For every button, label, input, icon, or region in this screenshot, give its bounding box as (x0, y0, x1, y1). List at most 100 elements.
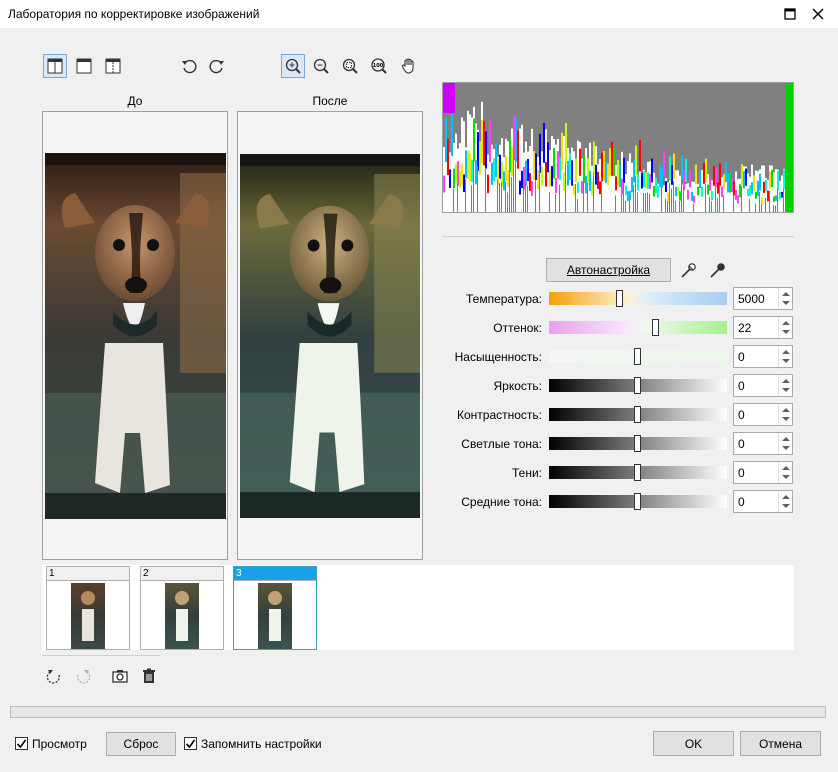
brightness-slider-thumb[interactable] (634, 377, 641, 394)
progress-bar (10, 706, 826, 718)
rotate-left-button[interactable] (177, 54, 201, 78)
maximize-icon (784, 8, 796, 20)
close-button[interactable] (806, 2, 830, 26)
spin-arrows[interactable] (778, 462, 792, 483)
shadows-slider-thumb[interactable] (634, 464, 641, 481)
rotate-left-icon (182, 59, 197, 74)
preview-checkbox[interactable] (15, 737, 28, 750)
split-preview-button[interactable] (101, 54, 125, 78)
histogram (442, 82, 794, 213)
spin-up-icon[interactable] (782, 495, 790, 499)
spin-arrows[interactable] (778, 317, 792, 338)
svg-text:100: 100 (373, 63, 384, 69)
tint-slider[interactable] (549, 321, 727, 334)
spin-up-icon[interactable] (782, 437, 790, 441)
spin-down-icon[interactable] (782, 388, 790, 392)
snapshot-number: 3 (234, 567, 316, 581)
temperature-slider[interactable] (549, 292, 727, 305)
cancel-button[interactable]: Отмена (740, 731, 821, 756)
checkmark-icon (185, 739, 196, 749)
redo-button[interactable] (71, 664, 95, 688)
snapshot-strip: 1 2 3 (42, 565, 794, 650)
before-preview-pane[interactable] (42, 111, 228, 560)
eyedropper-black-button[interactable] (705, 258, 729, 282)
saturation-value: 0 (738, 350, 745, 364)
spin-up-icon[interactable] (782, 379, 790, 383)
eyedropper-white-icon (681, 263, 696, 278)
spin-arrows[interactable] (778, 491, 792, 512)
contrast-slider-thumb[interactable] (634, 406, 641, 423)
single-view-button[interactable] (72, 54, 96, 78)
tint-value-input[interactable]: 22 (733, 316, 793, 339)
remember-settings-checkbox[interactable] (184, 737, 197, 750)
shadows-value-input[interactable]: 0 (733, 461, 793, 484)
after-photo (240, 153, 420, 519)
spin-down-icon[interactable] (782, 475, 790, 479)
saturation-slider-thumb[interactable] (634, 348, 641, 365)
rotate-right-button[interactable] (205, 54, 229, 78)
spin-arrows[interactable] (778, 433, 792, 454)
camera-icon (112, 670, 128, 683)
after-label: После (312, 94, 348, 108)
spin-arrows[interactable] (778, 288, 792, 309)
temperature-value-input[interactable]: 5000 (733, 287, 793, 310)
spin-down-icon[interactable] (782, 330, 790, 334)
zoom-100-button[interactable]: 100 (367, 54, 391, 78)
highlights-value: 0 (738, 437, 745, 451)
zoom-fit-button[interactable] (338, 54, 362, 78)
contrast-value-input[interactable]: 0 (733, 403, 793, 426)
spin-up-icon[interactable] (782, 321, 790, 325)
snapshot-2[interactable]: 2 (140, 566, 224, 650)
spin-up-icon[interactable] (782, 292, 790, 296)
highlights-value-input[interactable]: 0 (733, 432, 793, 455)
spin-down-icon[interactable] (782, 359, 790, 363)
temperature-value: 5000 (738, 292, 765, 306)
reset-button[interactable]: Сброс (106, 732, 176, 756)
spin-down-icon[interactable] (782, 301, 790, 305)
brightness-value: 0 (738, 379, 745, 393)
pan-hand-button[interactable] (397, 54, 421, 78)
spin-arrows[interactable] (778, 346, 792, 367)
after-preview-pane[interactable] (237, 111, 423, 560)
spin-up-icon[interactable] (782, 466, 790, 470)
highlights-slider-thumb[interactable] (634, 435, 641, 452)
undo-button[interactable] (42, 664, 66, 688)
spin-down-icon[interactable] (782, 417, 790, 421)
zoom-in-button[interactable] (281, 54, 305, 78)
tint-slider-thumb[interactable] (652, 319, 659, 336)
rotate-right-icon (209, 59, 224, 74)
maximize-button[interactable] (778, 2, 802, 26)
split-view-button[interactable] (43, 54, 67, 78)
spin-up-icon[interactable] (782, 350, 790, 354)
close-icon (812, 8, 824, 20)
snapshot-1[interactable]: 1 (46, 566, 130, 650)
delete-snapshot-button[interactable] (137, 664, 161, 688)
shadows-label: Тени: (512, 466, 542, 480)
eyedropper-black-icon (710, 263, 725, 278)
spin-down-icon[interactable] (782, 504, 790, 508)
zoom-out-button[interactable] (309, 54, 333, 78)
divider (42, 655, 160, 656)
temperature-slider-thumb[interactable] (616, 290, 623, 307)
ok-button[interactable]: OK (653, 731, 734, 756)
brightness-label: Яркость: (493, 379, 542, 393)
before-label: До (127, 94, 143, 108)
eyedropper-white-button[interactable] (676, 258, 700, 282)
temperature-label: Температура: (465, 292, 542, 306)
preview-label[interactable]: Просмотр (32, 737, 87, 751)
zoom-in-icon (285, 58, 301, 74)
brightness-value-input[interactable]: 0 (733, 374, 793, 397)
auto-adjust-button[interactable]: Автонастройка (546, 258, 671, 282)
spin-arrows[interactable] (778, 375, 792, 396)
snapshot-3[interactable]: 3 (233, 566, 317, 650)
midtones-slider-thumb[interactable] (634, 493, 641, 510)
remember-settings-label[interactable]: Запомнить настройки (201, 737, 322, 751)
snapshot-thumbnail (71, 583, 105, 649)
spin-down-icon[interactable] (782, 446, 790, 450)
snapshot-camera-button[interactable] (108, 664, 132, 688)
midtones-value-input[interactable]: 0 (733, 490, 793, 513)
spin-arrows[interactable] (778, 404, 792, 425)
spin-up-icon[interactable] (782, 408, 790, 412)
saturation-value-input[interactable]: 0 (733, 345, 793, 368)
title-bar: Лаборатория по корректировке изображений (0, 0, 838, 28)
